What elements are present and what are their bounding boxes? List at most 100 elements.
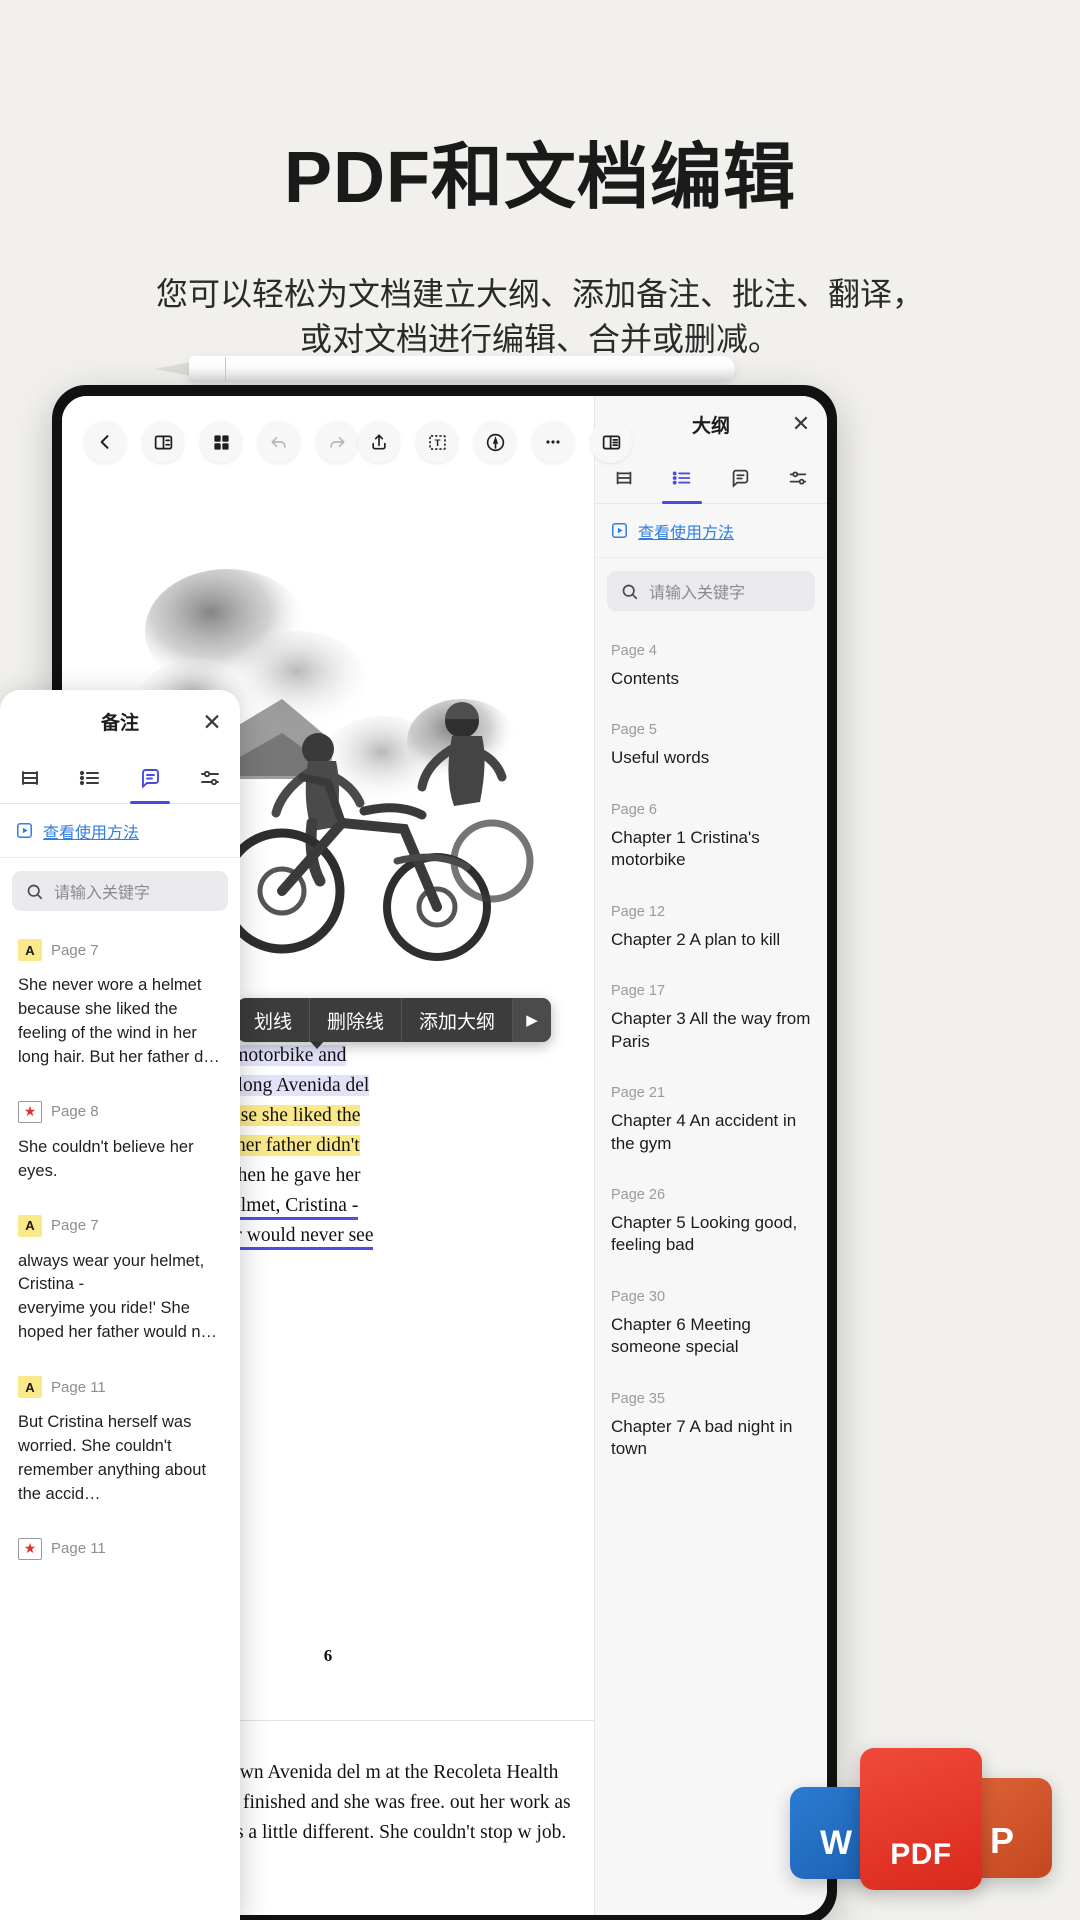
list-item[interactable]: Page 26 Chapter 5 Looking good, feeling …	[595, 1173, 827, 1275]
list-item[interactable]: Page 21 Chapter 4 An accident in the gym	[595, 1071, 827, 1173]
pdf-badge-label: PDF	[890, 1838, 952, 1890]
outline-item-title: Chapter 5 Looking good, feeling bad	[611, 1212, 811, 1257]
outline-item-title: Chapter 7 A bad night in town	[611, 1416, 811, 1461]
doc-line: w job.	[518, 1822, 567, 1843]
ctx-underline-button[interactable]: 划线	[237, 998, 310, 1042]
list-item[interactable]: ★ Page 8 She couldn't believe her eyes.	[0, 1086, 240, 1200]
outline-item-title: Contents	[611, 668, 811, 690]
promo-page: PDF和文档编辑 您可以轻松为文档建立大纲、添加备注、批注、翻译， 或对文档进行…	[0, 0, 1080, 1920]
outline-search-wrap: 请输入关键字	[595, 558, 827, 624]
doc-line: as a little different. She couldn't stop	[227, 1822, 512, 1843]
list-item[interactable]: Page 6 Chapter 1 Cristina's motorbike	[595, 788, 827, 890]
list-item[interactable]: ★ Page 11	[0, 1523, 240, 1589]
split-view-icon[interactable]	[590, 421, 632, 463]
outline-panel-title: 大纲	[692, 411, 730, 438]
outline-item-title: Chapter 4 An accident in the gym	[611, 1110, 811, 1155]
highlight-badge-icon: A	[18, 939, 42, 961]
notes-items-list[interactable]: A Page 7 She never wore a helmet because…	[0, 924, 240, 1920]
thumbnail-grid-icon[interactable]	[200, 421, 242, 463]
page-layout-icon[interactable]	[142, 421, 184, 463]
outline-how-to-label[interactable]: 查看使用方法	[638, 519, 734, 543]
note-page-label: Page 7	[51, 1217, 99, 1234]
pencil-tip-icon	[155, 362, 191, 376]
outline-items-list[interactable]: Page 4 Contents Page 5 Useful words Page…	[595, 624, 827, 1915]
outline-search-input[interactable]: 请输入关键字	[607, 571, 815, 611]
play-video-icon	[15, 821, 34, 840]
outline-item-page: Page 30	[611, 1289, 811, 1305]
outline-item-page: Page 6	[611, 802, 811, 818]
notes-search-placeholder: 请输入关键字	[54, 879, 150, 903]
outline-item-page: Page 26	[611, 1187, 811, 1203]
page-title: PDF和文档编辑	[0, 118, 1080, 223]
tab-settings[interactable]	[769, 452, 827, 504]
note-meta: ★ Page 8	[18, 1101, 222, 1123]
text-context-menu[interactable]: 划线 删除线 添加大纲 ▶	[237, 998, 551, 1042]
outline-panel: 大纲 ✕	[594, 396, 827, 1915]
close-icon[interactable]: ✕	[789, 412, 813, 436]
pdf-badge: PDF	[860, 1748, 982, 1890]
note-text: always wear your helmet, Cristina - ever…	[18, 1250, 222, 1346]
notes-how-to-label[interactable]: 查看使用方法	[43, 819, 139, 843]
note-page-label: Page 11	[51, 1540, 106, 1557]
tab-outline[interactable]	[653, 452, 711, 504]
outline-how-to-row[interactable]: 查看使用方法	[595, 504, 827, 558]
ctx-next-button[interactable]: ▶	[513, 998, 551, 1042]
subtitle-line-1: 您可以轻松为文档建立大纲、添加备注、批注、翻译，	[0, 272, 1080, 317]
outline-item-title: Useful words	[611, 747, 811, 769]
outline-item-page: Page 17	[611, 983, 811, 999]
outline-panel-tabs	[595, 452, 827, 504]
outline-item-page: Page 5	[611, 722, 811, 738]
star-badge-icon: ★	[18, 1538, 42, 1560]
ctx-strikethrough-button[interactable]: 删除线	[310, 998, 402, 1042]
note-page-label: Page 7	[51, 942, 99, 959]
text-box-icon[interactable]: T	[416, 421, 458, 463]
close-icon[interactable]: ✕	[200, 710, 224, 734]
highlight-badge-icon: A	[18, 1376, 42, 1398]
list-item[interactable]: A Page 7 always wear your helmet, Cristi…	[0, 1200, 240, 1362]
outline-item-title: Chapter 1 Cristina's motorbike	[611, 827, 811, 872]
notes-search-input[interactable]: 请输入关键字	[12, 871, 228, 911]
list-item[interactable]: Page 35 Chapter 7 A bad night in town	[595, 1377, 827, 1479]
ctx-add-outline-button[interactable]: 添加大纲	[402, 998, 513, 1042]
pen-icon[interactable]	[474, 421, 516, 463]
outline-item-page: Page 12	[611, 904, 811, 920]
outline-item-page: Page 35	[611, 1391, 811, 1407]
svg-text:T: T	[434, 438, 440, 449]
play-video-icon	[610, 521, 629, 540]
note-meta: ★ Page 11	[18, 1538, 222, 1560]
notes-search-wrap: 请输入关键字	[0, 858, 240, 924]
outline-item-page: Page 4	[611, 643, 811, 659]
tab-bookmark[interactable]	[0, 752, 60, 804]
outline-item-page: Page 21	[611, 1085, 811, 1101]
document-toolbar: T	[62, 416, 594, 468]
stylus-pencil	[155, 356, 735, 382]
tab-outline[interactable]	[60, 752, 120, 804]
note-text: But Cristina herself was worried. She co…	[18, 1411, 222, 1507]
back-icon[interactable]	[84, 421, 126, 463]
list-item[interactable]: A Page 11 But Cristina herself was worri…	[0, 1361, 240, 1523]
tab-comments[interactable]	[120, 752, 180, 804]
list-item[interactable]: Page 17 Chapter 3 All the way from Paris	[595, 969, 827, 1071]
pencil-seam	[225, 357, 226, 381]
notes-panel: 备注 ✕ 查看使用方法 请输入关键字	[0, 690, 240, 1920]
pencil-body	[189, 356, 735, 382]
list-item[interactable]: A Page 7 She never wore a helmet because…	[0, 924, 240, 1086]
notes-how-to-row[interactable]: 查看使用方法	[0, 804, 240, 858]
undo-icon[interactable]	[258, 421, 300, 463]
note-text: She couldn't believe her eyes.	[18, 1136, 222, 1184]
share-icon[interactable]	[358, 421, 400, 463]
list-item[interactable]: Page 12 Chapter 2 A plan to kill	[595, 890, 827, 969]
outline-item-title: Chapter 6 Meeting someone special	[611, 1314, 811, 1359]
list-item[interactable]: Page 30 Chapter 6 Meeting someone specia…	[595, 1275, 827, 1377]
redo-icon[interactable]	[316, 421, 358, 463]
note-meta: A Page 7	[18, 1215, 222, 1237]
note-meta: A Page 11	[18, 1376, 222, 1398]
more-icon[interactable]	[532, 421, 574, 463]
word-badge-label: W	[820, 1824, 852, 1879]
list-item[interactable]: Page 5 Useful words	[595, 708, 827, 787]
list-item[interactable]: Page 4 Contents	[595, 629, 827, 708]
tab-comments[interactable]	[711, 452, 769, 504]
powerpoint-badge-label: P	[990, 1820, 1014, 1878]
tab-settings[interactable]	[180, 752, 240, 804]
notes-panel-title: 备注	[101, 708, 139, 735]
